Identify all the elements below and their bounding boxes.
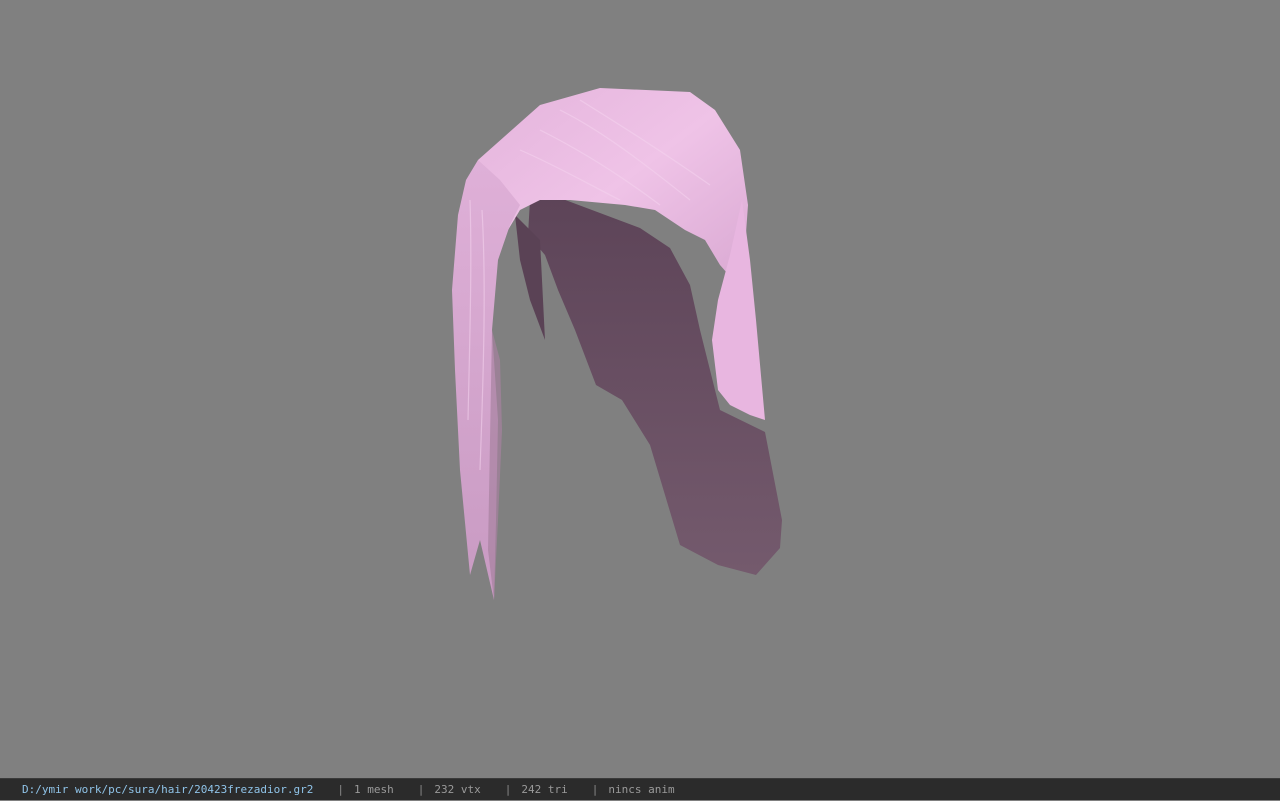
status-separator: |	[417, 783, 425, 796]
status-separator: |	[337, 783, 345, 796]
3d-viewport[interactable]	[0, 0, 1280, 778]
hair-model-render	[452, 88, 782, 600]
vertex-count: 232 vtx	[434, 783, 481, 796]
animation-status: nincs anim	[608, 783, 675, 796]
file-path: D:/ymir work/pc/sura/hair/20423frezadior…	[22, 783, 314, 796]
mesh-count: 1 mesh	[354, 783, 394, 796]
status-separator: |	[504, 783, 512, 796]
status-separator: |	[591, 783, 599, 796]
triangle-count: 242 tri	[521, 783, 568, 796]
status-bar: D:/ymir work/pc/sura/hair/20423frezadior…	[0, 778, 1280, 800]
